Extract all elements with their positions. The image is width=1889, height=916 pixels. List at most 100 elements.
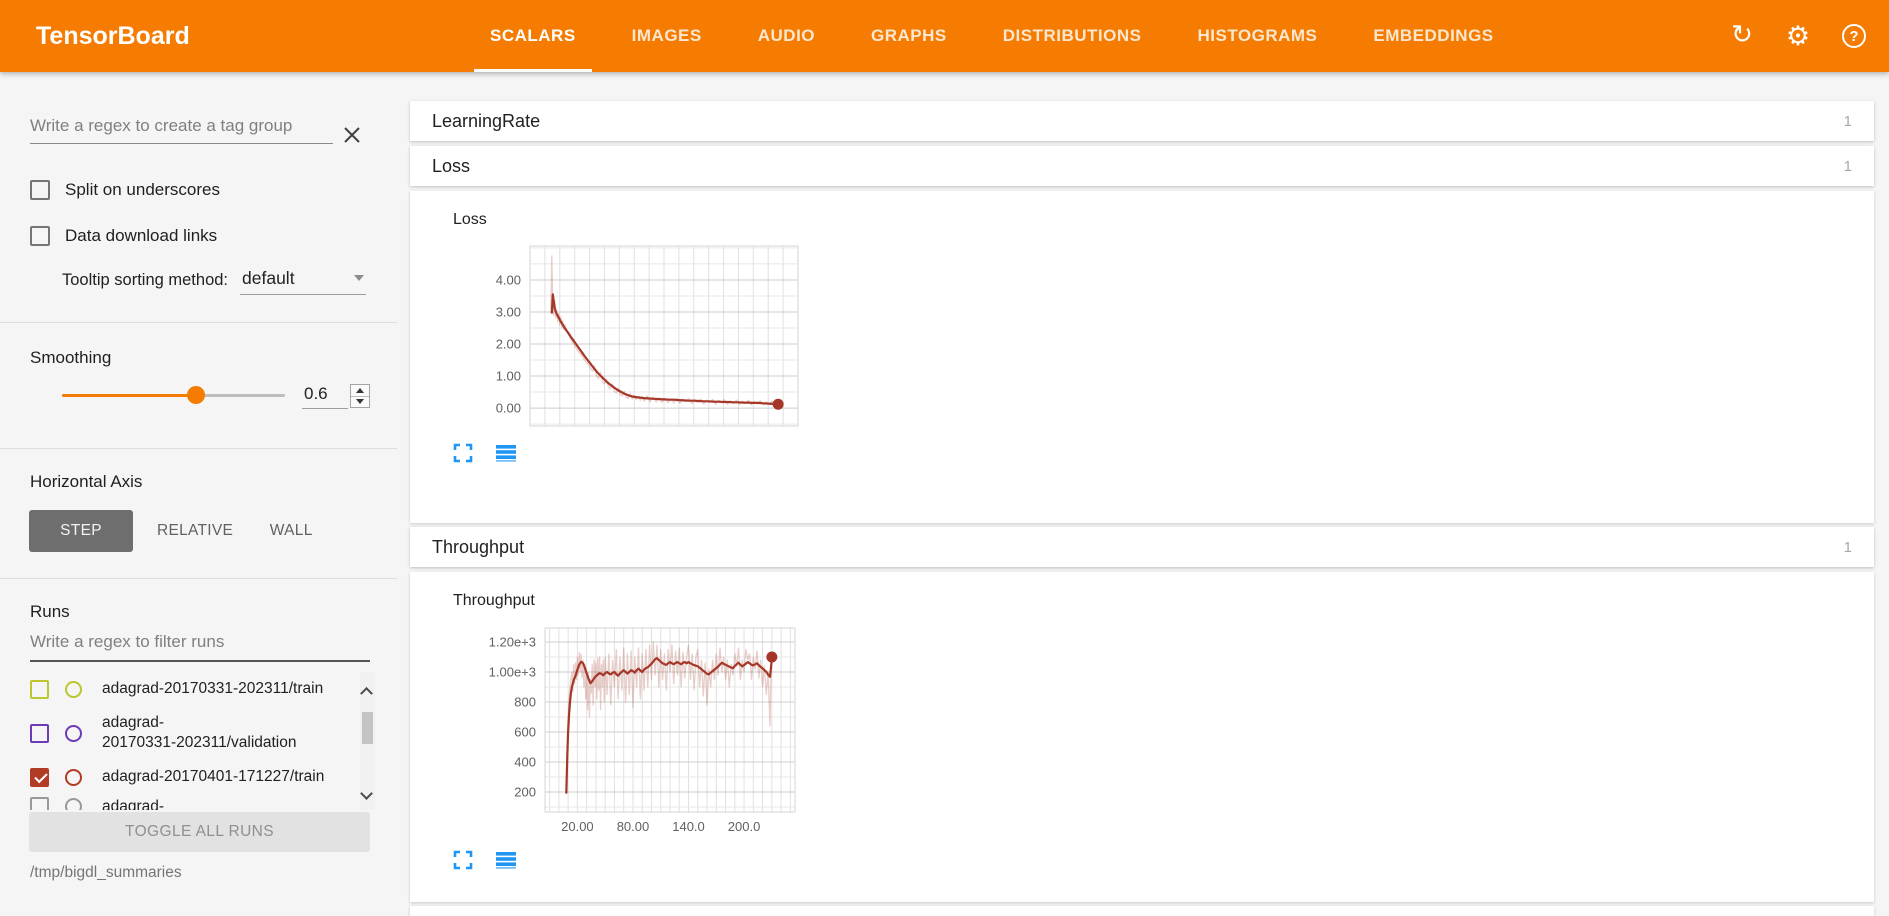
log-directory-path: /tmp/bigdl_summaries xyxy=(30,864,182,882)
runs-label: Runs xyxy=(30,602,70,622)
loss-chart-card: Loss 0.001.002.003.004.00 xyxy=(453,211,810,445)
fullscreen-icon[interactable] xyxy=(453,850,473,870)
app-header: TensorBoard SCALARS IMAGES AUDIO GRAPHS … xyxy=(0,0,1889,72)
run-checkbox[interactable] xyxy=(30,768,49,787)
tab-histograms[interactable]: HISTOGRAMS xyxy=(1181,0,1333,72)
svg-text:80.00: 80.00 xyxy=(617,819,650,834)
loss-section-content: Loss 0.001.002.003.004.00 xyxy=(410,191,1874,523)
toggle-all-runs-button[interactable]: TOGGLE ALL RUNS xyxy=(29,812,370,852)
tab-scalars[interactable]: SCALARS xyxy=(474,0,592,72)
run-color-circle xyxy=(65,769,82,786)
wall-button[interactable]: WALL xyxy=(243,510,339,552)
smoothing-value-input[interactable]: 0.6 xyxy=(302,382,348,409)
tab-embeddings[interactable]: EMBEDDINGS xyxy=(1357,0,1509,72)
tab-bar: SCALARS IMAGES AUDIO GRAPHS DISTRIBUTION… xyxy=(474,0,1510,72)
next-section-partial xyxy=(410,906,1874,916)
scroll-up-icon[interactable] xyxy=(362,686,373,697)
svg-text:1.20e+3: 1.20e+3 xyxy=(489,634,536,649)
run-checkbox[interactable] xyxy=(30,797,49,810)
tab-distributions[interactable]: DISTRIBUTIONS xyxy=(987,0,1158,72)
tooltip-sorting-label: Tooltip sorting method: xyxy=(62,271,228,295)
divider xyxy=(0,578,397,579)
run-row[interactable]: adagrad- 20170331-202311/validation xyxy=(30,706,345,760)
section-count-badge: 1 xyxy=(1844,113,1852,130)
slider-knob[interactable] xyxy=(187,386,205,404)
tab-audio[interactable]: AUDIO xyxy=(742,0,831,72)
scroll-down-icon[interactable] xyxy=(362,789,373,800)
loss-chart[interactable]: 0.00 1.00 2.00 3.00 4.00 xyxy=(453,233,810,445)
help-icon[interactable]: ? xyxy=(1839,21,1869,51)
svg-text:0.00: 0.00 xyxy=(496,401,521,416)
throughput-section-content: Throughput 2004006008001.00e+31.20e+320.… xyxy=(410,572,1874,902)
section-title: Throughput xyxy=(432,537,524,558)
header-actions: ↻ ⚙ ? xyxy=(1727,21,1869,51)
svg-text:140.0: 140.0 xyxy=(672,819,705,834)
run-selector-icon[interactable] xyxy=(495,443,517,463)
run-checkbox[interactable] xyxy=(30,680,49,699)
slider-fill xyxy=(62,394,196,397)
svg-text:800: 800 xyxy=(514,694,536,709)
stepper-up-icon[interactable] xyxy=(351,385,369,397)
main-content: LearningRate 1 Loss 1 Loss 0.00 1.00 2.00 3… xyxy=(397,72,1889,907)
throughput-chart[interactable]: 2004006008001.00e+31.20e+320.0080.00140.… xyxy=(453,614,807,845)
run-label: adagrad-20170331-202311/train xyxy=(102,679,323,699)
sidebar: Split on underscores Data download links… xyxy=(0,72,397,907)
section-header-learningrate[interactable]: LearningRate 1 xyxy=(410,101,1874,141)
section-header-loss[interactable]: Loss 1 xyxy=(410,146,1874,186)
gear-icon[interactable]: ⚙ xyxy=(1783,21,1813,51)
section-header-throughput[interactable]: Throughput 1 xyxy=(410,527,1874,567)
relative-button[interactable]: RELATIVE xyxy=(147,510,243,552)
section-count-badge: 1 xyxy=(1844,158,1852,175)
run-selector-icon[interactable] xyxy=(495,850,517,870)
smoothing-label: Smoothing xyxy=(30,348,111,368)
svg-text:1.00: 1.00 xyxy=(496,369,521,384)
svg-text:600: 600 xyxy=(514,725,536,740)
chart-title: Throughput xyxy=(453,592,807,610)
run-list: adagrad-20170331-202311/train adagrad- 2… xyxy=(30,672,375,810)
smoothing-stepper[interactable] xyxy=(350,384,370,408)
fullscreen-icon[interactable] xyxy=(453,443,473,463)
stepper-down-icon[interactable] xyxy=(351,397,369,408)
app-title: TensorBoard xyxy=(36,22,190,51)
section-title: Loss xyxy=(432,156,470,177)
run-label: adagrad- 20170331-202311/validation xyxy=(102,713,297,753)
split-underscores-checkbox[interactable]: Split on underscores xyxy=(30,180,220,200)
run-label: adagrad- xyxy=(102,797,164,810)
tooltip-sorting-select[interactable]: default xyxy=(240,266,366,295)
refresh-icon[interactable]: ↻ xyxy=(1727,21,1757,51)
tab-images[interactable]: IMAGES xyxy=(616,0,718,72)
throughput-chart-card: Throughput 2004006008001.00e+31.20e+320.… xyxy=(453,592,807,845)
tab-graphs[interactable]: GRAPHS xyxy=(855,0,963,72)
run-checkbox[interactable] xyxy=(30,724,49,743)
section-count-badge: 1 xyxy=(1844,539,1852,556)
close-icon[interactable] xyxy=(341,124,363,146)
svg-text:20.00: 20.00 xyxy=(561,819,594,834)
section-title: LearningRate xyxy=(432,111,540,132)
smoothing-slider: 0.6 xyxy=(62,382,372,408)
data-download-links-checkbox[interactable]: Data download links xyxy=(30,226,217,246)
scrollbar-thumb[interactable] xyxy=(362,712,373,744)
chevron-down-icon xyxy=(354,275,364,281)
checkbox-label: Split on underscores xyxy=(65,180,220,200)
run-list-scrollbar[interactable] xyxy=(360,672,375,810)
svg-text:3.00: 3.00 xyxy=(496,304,521,319)
chart-actions xyxy=(453,443,517,463)
svg-text:200.0: 200.0 xyxy=(728,819,761,834)
svg-text:400: 400 xyxy=(514,755,536,770)
run-color-circle xyxy=(65,798,82,810)
tag-regex-input[interactable] xyxy=(30,112,333,144)
run-row[interactable]: adagrad- xyxy=(30,795,345,810)
run-color-circle xyxy=(65,725,82,742)
svg-text:4.00: 4.00 xyxy=(496,272,521,287)
step-button[interactable]: STEP xyxy=(29,510,133,552)
run-row[interactable]: adagrad-20170401-171227/train xyxy=(30,760,345,794)
horizontal-axis-label: Horizontal Axis xyxy=(30,472,142,492)
checkbox-icon[interactable] xyxy=(30,226,50,246)
run-label: adagrad-20170401-171227/train xyxy=(102,767,324,787)
run-row[interactable]: adagrad-20170331-202311/train xyxy=(30,672,345,706)
svg-text:2.00: 2.00 xyxy=(496,337,521,352)
divider xyxy=(0,448,397,449)
horizontal-axis-buttons: STEP RELATIVE WALL xyxy=(29,510,339,552)
runs-regex-input[interactable] xyxy=(30,628,370,662)
checkbox-icon[interactable] xyxy=(30,180,50,200)
